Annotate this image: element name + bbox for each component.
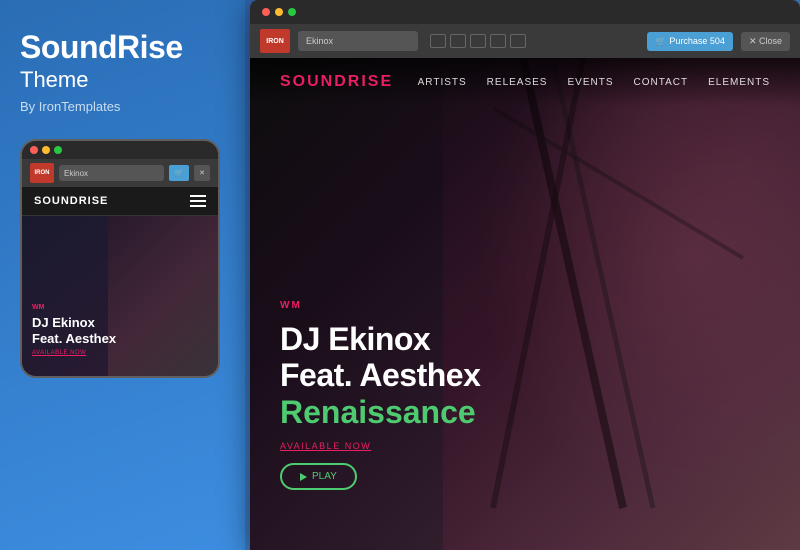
brand-author: By IronTemplates bbox=[20, 99, 225, 114]
desktop-mockup: IRON Ekinox 🛒 Purchase 504 ✕ Close bbox=[250, 0, 800, 550]
browser-icon-4[interactable] bbox=[490, 34, 506, 48]
desktop-dot-green bbox=[288, 8, 296, 16]
decorative-lines-svg bbox=[443, 58, 800, 550]
mobile-mockup: IRON Ekinox 🛒 ✕ SOUNDRISE WM DJ Ekinox bbox=[20, 139, 220, 378]
hamburger-line-2 bbox=[190, 200, 206, 202]
desktop-browser-icons bbox=[430, 34, 526, 48]
site-navbar: SOUNDRISE ARTISTS RELEASES EVENTS CONTAC… bbox=[250, 58, 800, 106]
hamburger-line-3 bbox=[190, 205, 206, 207]
desktop-browser-bar: IRON Ekinox 🛒 Purchase 504 ✕ Close bbox=[250, 24, 800, 58]
mobile-title-line2: Feat. Aesthex bbox=[32, 331, 116, 347]
mobile-hero-content: WM DJ Ekinox Feat. Aesthex AVAILABLE NOW bbox=[32, 304, 116, 356]
browser-icon-2[interactable] bbox=[450, 34, 466, 48]
hero-title-line2: Feat. Aesthex bbox=[280, 357, 480, 394]
hamburger-line-1 bbox=[190, 195, 206, 197]
hero-face-image bbox=[443, 58, 800, 550]
desktop-iron-logo: IRON bbox=[260, 29, 290, 53]
mobile-title-line1: DJ Ekinox bbox=[32, 315, 116, 331]
brand-subtitle: Theme bbox=[20, 67, 225, 93]
browser-icon-3[interactable] bbox=[470, 34, 486, 48]
hamburger-icon[interactable] bbox=[190, 195, 206, 207]
left-panel: SoundRise Theme By IronTemplates IRON Ek… bbox=[0, 0, 245, 550]
nav-events[interactable]: EVENTS bbox=[567, 77, 613, 88]
mobile-top-bar bbox=[22, 141, 218, 159]
mobile-available-now: AVAILABLE NOW bbox=[32, 350, 116, 356]
cart-icon: 🛒 bbox=[655, 36, 666, 47]
mobile-url-text: Ekinox bbox=[64, 169, 88, 178]
mobile-browser-bar: IRON Ekinox 🛒 ✕ bbox=[22, 159, 218, 187]
nav-contact[interactable]: CONTACT bbox=[634, 77, 689, 88]
browser-icon-1[interactable] bbox=[430, 34, 446, 48]
dot-yellow bbox=[42, 146, 50, 154]
mobile-hero: WM DJ Ekinox Feat. Aesthex AVAILABLE NOW bbox=[22, 216, 218, 376]
wm-tag: WM bbox=[280, 300, 480, 311]
play-triangle-icon bbox=[300, 473, 307, 481]
purchase-label: Purchase 504 bbox=[669, 36, 725, 46]
nav-elements[interactable]: ELEMENTS bbox=[708, 77, 770, 88]
mobile-iron-logo: IRON bbox=[30, 163, 54, 183]
desktop-dot-yellow bbox=[275, 8, 283, 16]
mobile-hero-title: DJ Ekinox Feat. Aesthex bbox=[32, 315, 116, 346]
desktop-dot-red bbox=[262, 8, 270, 16]
desktop-top-bar bbox=[250, 0, 800, 24]
play-label: PLAY bbox=[312, 471, 337, 482]
mobile-cart-icon[interactable]: 🛒 bbox=[169, 165, 189, 181]
mobile-url-bar: Ekinox bbox=[59, 165, 164, 181]
close-button[interactable]: ✕ Close bbox=[741, 32, 790, 51]
desktop-website: SOUNDRISE ARTISTS RELEASES EVENTS CONTAC… bbox=[250, 58, 800, 550]
mobile-site-logo: SOUNDRISE bbox=[34, 195, 108, 207]
desktop-url-text: Ekinox bbox=[306, 36, 333, 46]
hero-content: WM DJ Ekinox Feat. Aesthex Renaissance A… bbox=[280, 300, 480, 490]
mobile-nav-bar: SOUNDRISE bbox=[22, 187, 218, 216]
logo-sound: SOUND bbox=[280, 73, 348, 90]
brand-section: SoundRise Theme By IronTemplates bbox=[20, 30, 225, 114]
hero-title-line1: DJ Ekinox bbox=[280, 321, 480, 358]
brand-title: SoundRise bbox=[20, 30, 225, 65]
available-now-label: AVAILABLE NOW bbox=[280, 441, 480, 451]
nav-releases[interactable]: RELEASES bbox=[487, 77, 548, 88]
mobile-close-button[interactable]: ✕ bbox=[194, 165, 210, 181]
dot-red bbox=[30, 146, 38, 154]
mobile-wm-tag: WM bbox=[32, 304, 116, 311]
mobile-hero-background bbox=[108, 216, 218, 376]
logo-rise: RISE bbox=[348, 73, 393, 90]
site-logo: SOUNDRISE bbox=[280, 73, 393, 91]
hero-title-green: Renaissance bbox=[280, 394, 480, 431]
purchase-button[interactable]: 🛒 Purchase 504 bbox=[647, 32, 733, 51]
desktop-url-bar[interactable]: Ekinox bbox=[298, 31, 418, 51]
dot-green bbox=[54, 146, 62, 154]
nav-artists[interactable]: ARTISTS bbox=[418, 77, 467, 88]
browser-icon-5[interactable] bbox=[510, 34, 526, 48]
site-nav: ARTISTS RELEASES EVENTS CONTACT ELEMENTS bbox=[418, 77, 770, 88]
play-button[interactable]: PLAY bbox=[280, 463, 357, 490]
